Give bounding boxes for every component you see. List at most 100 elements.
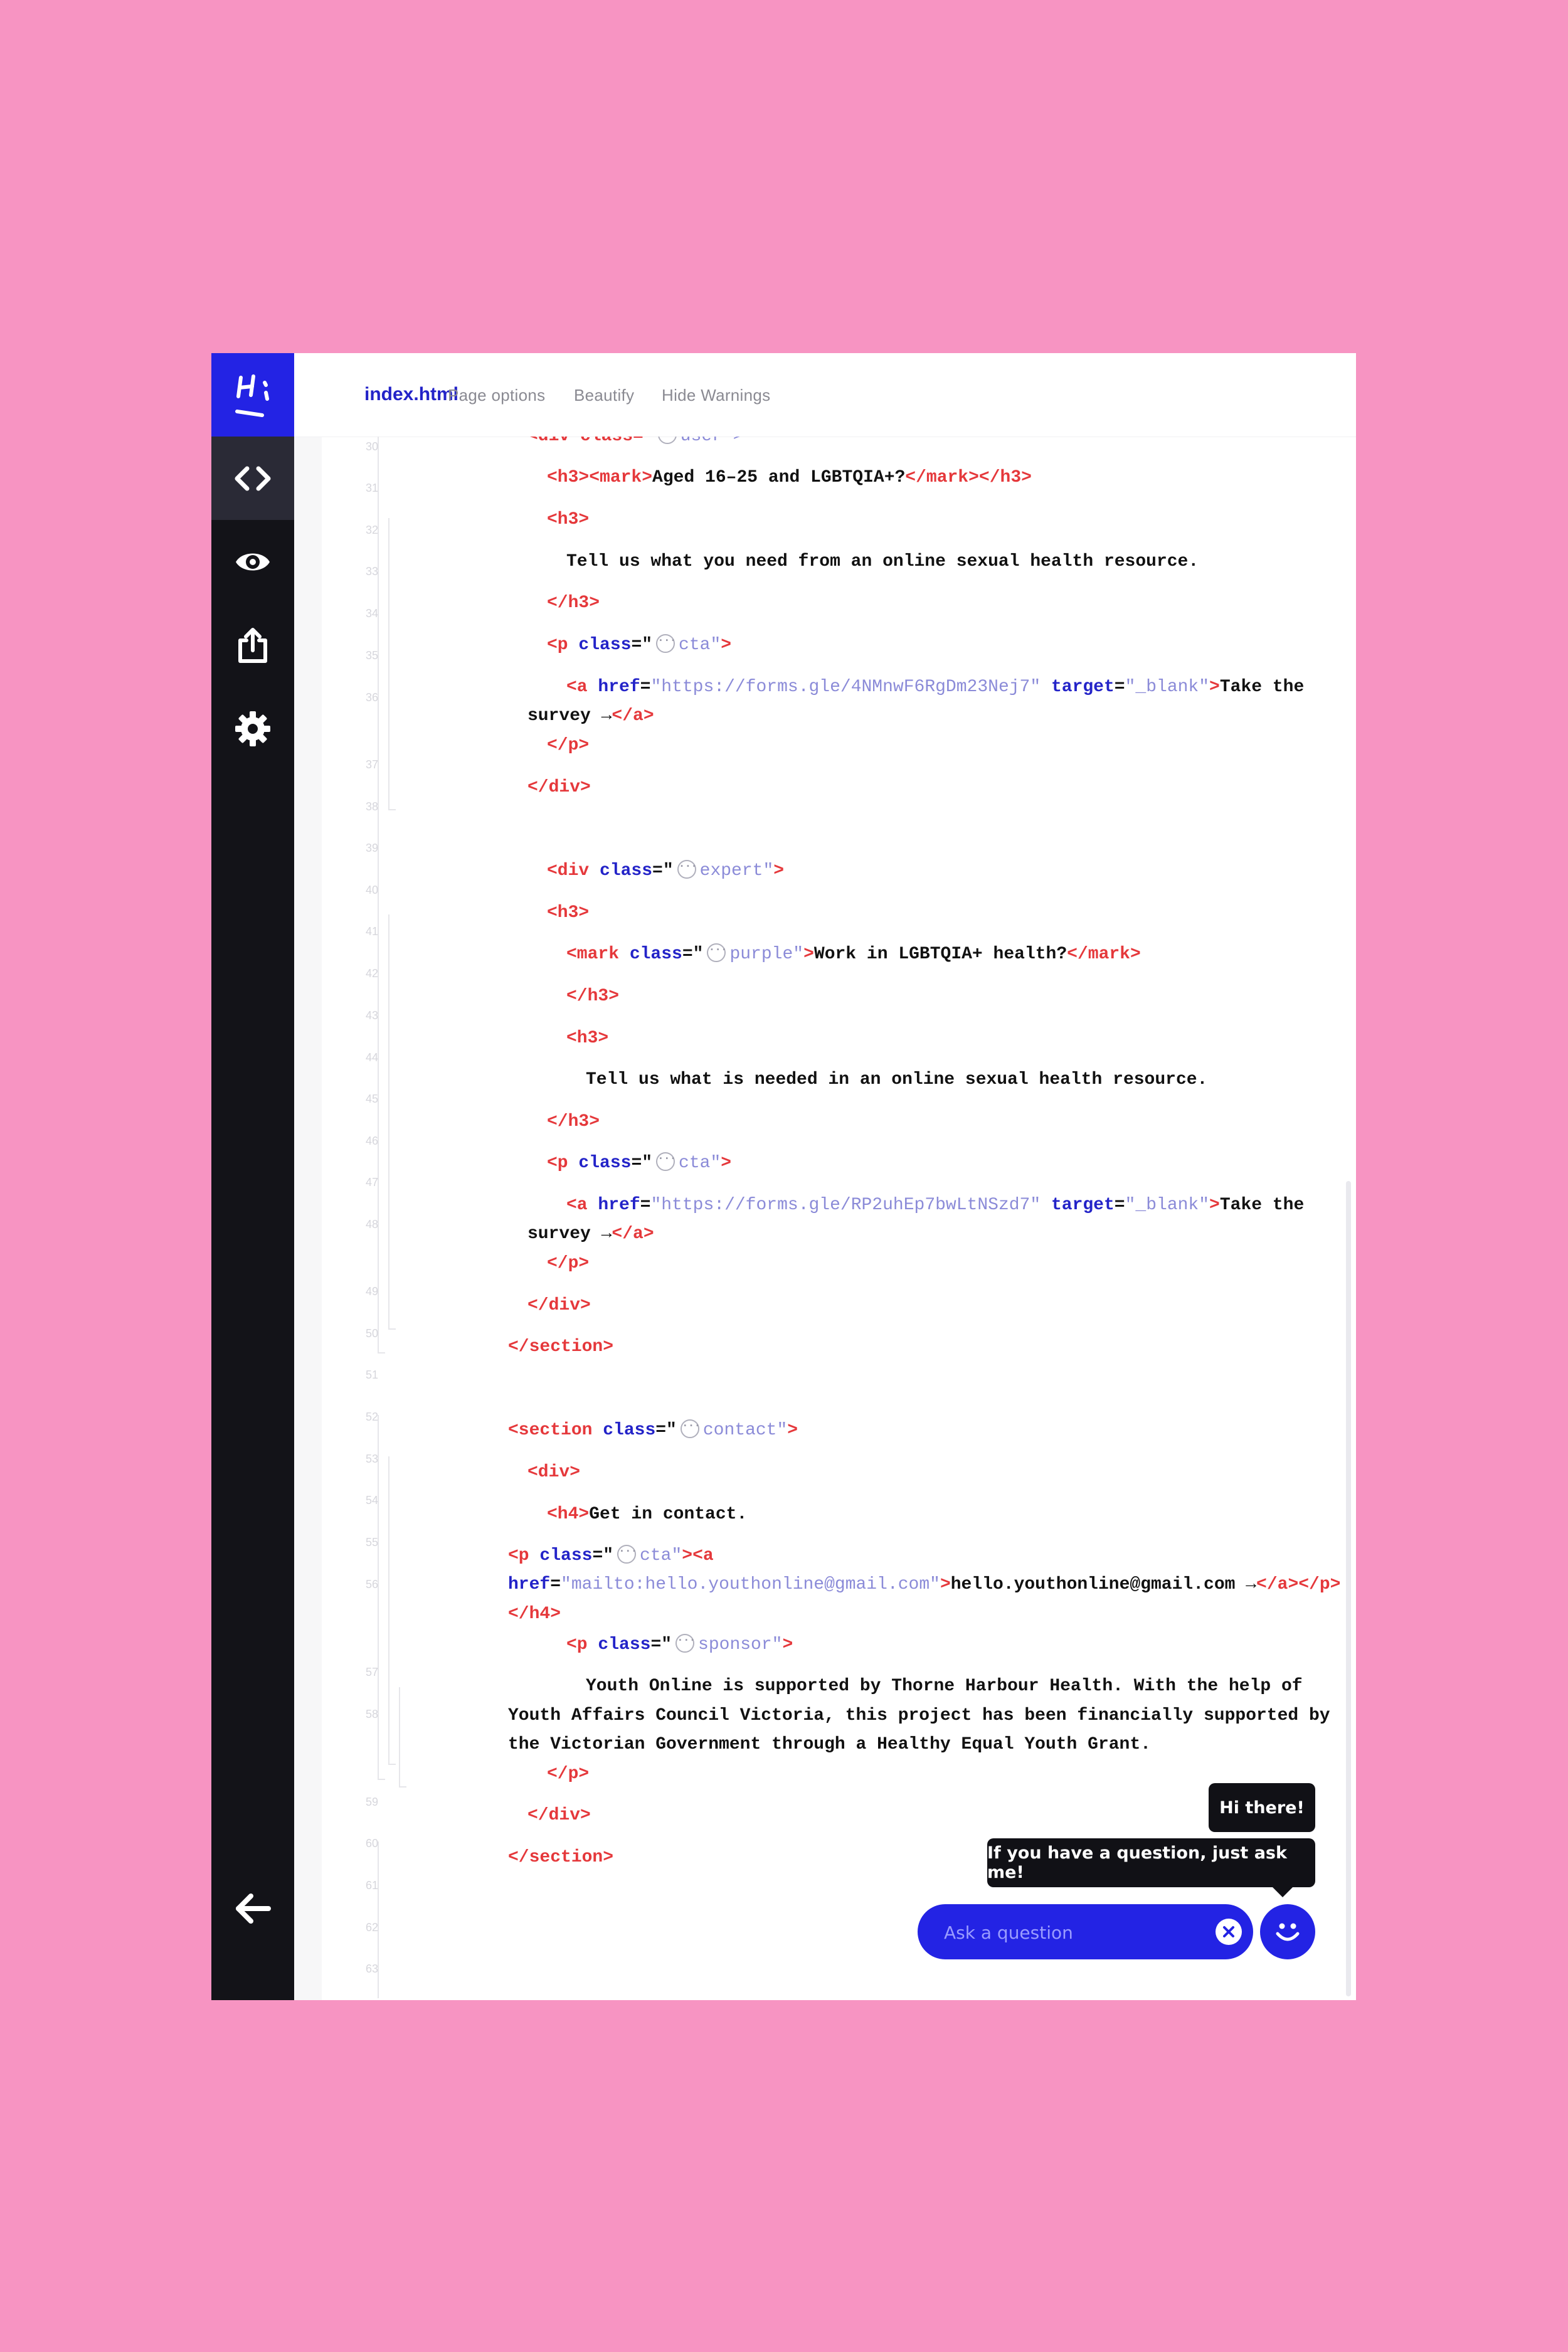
chat-prompt-bubble: If you have a question, just ask me! xyxy=(987,1838,1315,1897)
collapsed-ellipsis-icon[interactable] xyxy=(617,1537,637,1566)
hide-warnings-button[interactable]: Hide Warnings xyxy=(662,386,770,405)
collapsed-ellipsis-icon[interactable] xyxy=(657,437,677,447)
tab-index-html[interactable]: index.html xyxy=(364,384,458,405)
code-line: </p> xyxy=(547,1254,590,1273)
editor-window: index.html Page options Beautify Hide Wa… xyxy=(211,353,1356,2000)
code-line: <section class="contact"> xyxy=(508,1412,798,1445)
code-line: <h3> xyxy=(566,1029,609,1048)
code-icon xyxy=(235,466,271,490)
share-button[interactable] xyxy=(211,603,294,687)
code-line: </h3> xyxy=(547,593,600,613)
back-button[interactable] xyxy=(211,1867,294,1950)
indent-guide xyxy=(388,1456,396,1765)
indent-guide xyxy=(388,518,396,810)
indent-guide xyxy=(388,914,396,1330)
code-line-wrap: </h4> xyxy=(508,1604,561,1624)
line-number: 58 xyxy=(365,1708,378,1720)
code-line-wrap: the Victorian Government through a Healt… xyxy=(508,1735,1151,1754)
code-line: <p class="sponsor"> xyxy=(566,1626,793,1660)
collapsed-ellipsis-icon[interactable] xyxy=(680,1412,699,1441)
line-number: 43 xyxy=(365,1009,378,1022)
code-line: <h3><mark>Aged 16–25 and LGBTQIA+?</mark… xyxy=(547,468,1032,487)
code-line: <p class="cta"> xyxy=(547,1145,731,1178)
line-number: 62 xyxy=(365,1921,378,1934)
line-number: 60 xyxy=(365,1837,378,1850)
line-number: 59 xyxy=(365,1796,378,1808)
indent-guide xyxy=(378,1415,385,1780)
ask-question-input[interactable] xyxy=(943,1904,1196,1961)
share-icon xyxy=(238,627,267,663)
hi-logo-icon xyxy=(235,374,269,417)
code-view-button[interactable] xyxy=(211,437,294,520)
code-line-wrap: survey →</a> xyxy=(527,706,654,726)
collapsed-ellipsis-icon[interactable] xyxy=(656,1145,675,1173)
line-number: 31 xyxy=(365,482,378,494)
code-line: </h3> xyxy=(566,987,620,1006)
sidebar xyxy=(211,353,294,2000)
gutter-strip xyxy=(294,437,322,2000)
logo[interactable] xyxy=(211,353,294,437)
line-number: 41 xyxy=(365,925,378,938)
line-number: 40 xyxy=(365,884,378,896)
line-number: 45 xyxy=(365,1093,378,1105)
line-number: 32 xyxy=(365,524,378,536)
code-line: <a href="https://forms.gle/4NMnwF6RgDm23… xyxy=(566,677,1305,697)
line-number: 35 xyxy=(365,649,378,662)
line-number: 39 xyxy=(365,842,378,854)
line-number: 61 xyxy=(365,1879,378,1892)
clear-input-button[interactable] xyxy=(1216,1919,1242,1945)
code-line: </div> xyxy=(527,1296,591,1315)
code-line: </p> xyxy=(547,1764,590,1784)
code-line: <div class="expert"> xyxy=(547,852,784,886)
page-options-button[interactable]: Page options xyxy=(448,386,545,405)
arrow-left-icon xyxy=(236,1893,271,1924)
code-line-wrap: href="mailto:hello.youthonline@gmail.com… xyxy=(508,1575,1341,1594)
eye-icon xyxy=(236,553,270,570)
code-line: </p> xyxy=(547,736,590,755)
code-line: <p class="cta"><a xyxy=(508,1537,714,1571)
line-number: 48 xyxy=(365,1218,378,1231)
chat-greeting-bubble: Hi there! xyxy=(1209,1783,1315,1832)
line-number: 50 xyxy=(365,1327,378,1340)
code-line: Youth Online is supported by Thorne Harb… xyxy=(586,1677,1303,1696)
collapsed-ellipsis-icon[interactable] xyxy=(677,852,696,881)
collapsed-ellipsis-icon[interactable] xyxy=(675,1626,695,1655)
smiley-icon xyxy=(1276,1923,1300,1941)
code-line: <div> xyxy=(527,1463,581,1482)
indent-guide xyxy=(399,1687,406,1788)
code-line: <div class="user"> xyxy=(527,437,743,451)
line-number: 47 xyxy=(365,1176,378,1189)
line-number: 49 xyxy=(365,1285,378,1298)
code-line: <a href="https://forms.gle/RP2uhEp7bwLtN… xyxy=(566,1195,1305,1215)
gear-icon xyxy=(235,711,270,746)
line-number: 36 xyxy=(365,691,378,704)
code-line: <p class="cta"> xyxy=(547,627,731,660)
ask-question-field[interactable] xyxy=(918,1904,1253,1961)
line-number: 55 xyxy=(365,1536,378,1549)
line-number: 44 xyxy=(365,1051,378,1064)
beautify-button[interactable]: Beautify xyxy=(574,386,634,405)
settings-button[interactable] xyxy=(211,687,294,770)
line-number: 54 xyxy=(365,1494,378,1507)
line-number: 53 xyxy=(365,1453,378,1465)
collapsed-ellipsis-icon[interactable] xyxy=(656,627,675,655)
line-number: 42 xyxy=(365,967,378,980)
line-number: 51 xyxy=(365,1369,378,1381)
chat-assistant-button[interactable] xyxy=(1260,1904,1315,1959)
code-line: Tell us what is needed in an online sexu… xyxy=(586,1070,1208,1089)
collapsed-ellipsis-icon[interactable] xyxy=(707,936,726,965)
line-number: 30 xyxy=(365,440,378,453)
preview-button[interactable] xyxy=(211,520,294,603)
indent-guide xyxy=(378,437,385,1353)
close-icon xyxy=(1223,1926,1234,1937)
code-line-wrap: survey →</a> xyxy=(527,1224,654,1244)
code-line: <mark class="purple">Work in LGBTQIA+ he… xyxy=(566,936,1141,969)
code-line: </section> xyxy=(508,1848,614,1867)
code-line-wrap: Youth Affairs Council Victoria, this pro… xyxy=(508,1706,1330,1725)
line-number: 46 xyxy=(365,1135,378,1147)
code-editor[interactable]: 30 31 32 33 34 35 36 37 38 39 40 41 42 4… xyxy=(322,437,1356,2000)
code-line: </section> xyxy=(508,1337,614,1357)
scrollbar[interactable] xyxy=(1346,1181,1351,1996)
line-number: 63 xyxy=(365,1963,378,1975)
code-line: Tell us what you need from an online sex… xyxy=(566,552,1199,571)
